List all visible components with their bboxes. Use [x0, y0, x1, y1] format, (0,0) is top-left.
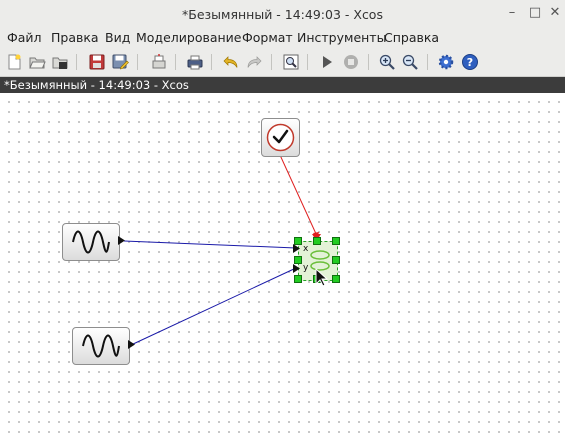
toolbar-separator: [427, 54, 428, 70]
close-button[interactable]: ✕: [548, 6, 562, 20]
menu-tools[interactable]: Инструменты: [297, 30, 386, 45]
event-link[interactable]: [279, 154, 318, 237]
setup-icon[interactable]: [437, 53, 455, 71]
menu-edit[interactable]: Правка: [51, 30, 99, 45]
print-icon[interactable]: [186, 53, 204, 71]
menu-help[interactable]: Справка: [384, 30, 439, 45]
selection-handle[interactable]: [294, 275, 302, 283]
selection-handle[interactable]: [332, 256, 340, 264]
selection-handle[interactable]: [332, 237, 340, 245]
mouse-cursor-icon: [315, 268, 329, 287]
menu-file[interactable]: Файл: [7, 30, 42, 45]
diagram-tab-title: *Безымянный - 14:49:03 - Xcos: [4, 78, 189, 92]
selection-handle[interactable]: [294, 237, 302, 245]
input-port-x-icon: [293, 244, 300, 253]
diagram-canvas[interactable]: x y: [0, 93, 565, 435]
zoom-in-icon[interactable]: [378, 53, 396, 71]
stop-icon[interactable]: [342, 53, 360, 71]
undo-icon[interactable]: [222, 53, 240, 71]
menu-format[interactable]: Формат: [242, 30, 293, 45]
clock-icon: [266, 123, 295, 152]
toolbar-separator: [307, 54, 308, 70]
sine-wave-icon: [72, 230, 110, 254]
help-icon[interactable]: ?: [461, 53, 479, 71]
output-port-icon: [118, 236, 125, 245]
toolbar-separator: [271, 54, 272, 70]
start-icon[interactable]: [318, 53, 336, 71]
menu-bar: Файл Правка Вид Моделирование Формат Инс…: [0, 28, 565, 48]
sine-wave-icon: [82, 334, 120, 358]
data-link-y[interactable]: [130, 267, 297, 346]
selection-handle[interactable]: [294, 256, 302, 264]
toolbar-separator: [76, 54, 77, 70]
window-title: *Безымянный - 14:49:03 - Xcos: [182, 7, 383, 22]
menu-view[interactable]: Вид: [105, 30, 130, 45]
svg-text:?: ?: [467, 56, 473, 69]
title-bar: *Безымянный - 14:49:03 - Xcos – □ ✕: [0, 0, 565, 29]
redo-icon[interactable]: [245, 53, 263, 71]
zoom-out-icon[interactable]: [401, 53, 419, 71]
export-icon[interactable]: [150, 53, 168, 71]
diagram-tab[interactable]: *Безымянный - 14:49:03 - Xcos: [0, 77, 565, 93]
maximize-button[interactable]: □: [528, 6, 542, 20]
toolbar: ?: [0, 48, 565, 77]
input-port-y-icon: [293, 264, 300, 273]
toolbar-separator: [175, 54, 176, 70]
port-label-y: y: [303, 263, 309, 273]
save-icon[interactable]: [88, 53, 106, 71]
save-as-icon[interactable]: [111, 53, 129, 71]
port-label-x: x: [303, 244, 309, 254]
open-in-scilab-icon[interactable]: [51, 53, 69, 71]
output-port-icon: [128, 340, 135, 349]
toolbar-separator: [137, 54, 138, 70]
data-link-x[interactable]: [123, 240, 297, 249]
sine-generator-1[interactable]: [62, 223, 120, 261]
zoom-fit-icon[interactable]: [282, 53, 300, 71]
new-icon[interactable]: [5, 53, 23, 71]
sine-generator-2[interactable]: [72, 327, 130, 365]
selection-handle[interactable]: [332, 275, 340, 283]
open-icon[interactable]: [28, 53, 46, 71]
minimize-button[interactable]: –: [505, 6, 519, 20]
toolbar-separator: [368, 54, 369, 70]
menu-simulation[interactable]: Моделирование: [136, 30, 241, 45]
toolbar-separator: [211, 54, 212, 70]
clock-block[interactable]: [261, 118, 300, 157]
selection-handle[interactable]: [313, 237, 321, 245]
